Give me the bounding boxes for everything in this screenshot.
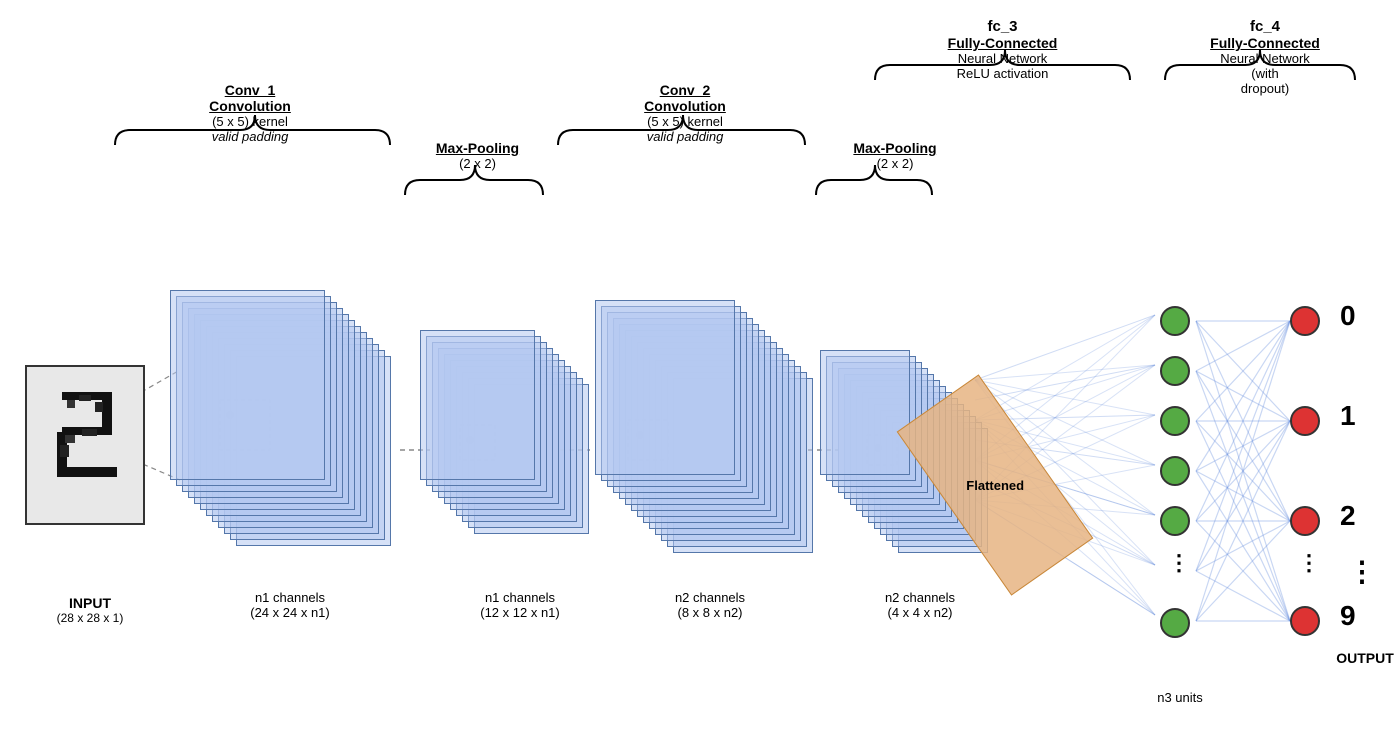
red-dots: ⋮ <box>1298 550 1320 576</box>
pool2-caption: n2 channels (4 x 4 x n2) <box>820 590 1020 620</box>
red-node-0 <box>1290 306 1320 336</box>
diagram-container: INPUT (28 x 28 x 1) Conv_1 Convolution (… <box>0 0 1400 749</box>
green-node-6 <box>1160 608 1190 638</box>
green-node-5 <box>1160 506 1190 536</box>
red-node-1 <box>1290 406 1320 436</box>
conv1-caption: n1 channels (24 x 24 x n1) <box>175 590 405 620</box>
conv2-label: Conv_2 Convolution (5 x 5) kernel valid … <box>585 82 785 144</box>
red-node-2 <box>1290 506 1320 536</box>
input-image <box>25 365 145 525</box>
green-node-3 <box>1160 406 1190 436</box>
fc4-label: fc_4 Fully-Connected Neural Network (wit… <box>1165 18 1365 96</box>
output-digit-1: 1 <box>1340 400 1356 432</box>
green-dots: ⋮ <box>1168 550 1190 576</box>
maxpool2-label: Max-Pooling (2 x 2) <box>820 140 970 171</box>
input-label: INPUT (28 x 28 x 1) <box>30 595 150 625</box>
output-digit-0: 0 <box>1340 300 1356 332</box>
output-digit-9: 9 <box>1340 600 1356 632</box>
red-node-9 <box>1290 606 1320 636</box>
green-node-1 <box>1160 306 1190 336</box>
conv2-caption: n2 channels (8 x 8 x n2) <box>610 590 810 620</box>
output-digit-2: 2 <box>1340 500 1356 532</box>
fc3-label: fc_3 Fully-Connected Neural Network ReLU… <box>875 18 1130 81</box>
n3-label: n3 units <box>1140 690 1220 705</box>
output-label: OUTPUT <box>1325 650 1400 666</box>
pool1-caption: n1 channels (12 x 12 x n1) <box>420 590 620 620</box>
output-dots: ⋮ <box>1348 555 1376 588</box>
conv1-label: Conv_1 Convolution (5 x 5) kernel valid … <box>150 82 350 144</box>
green-node-2 <box>1160 356 1190 386</box>
green-node-4 <box>1160 456 1190 486</box>
maxpool1-label: Max-Pooling (2 x 2) <box>400 140 555 171</box>
